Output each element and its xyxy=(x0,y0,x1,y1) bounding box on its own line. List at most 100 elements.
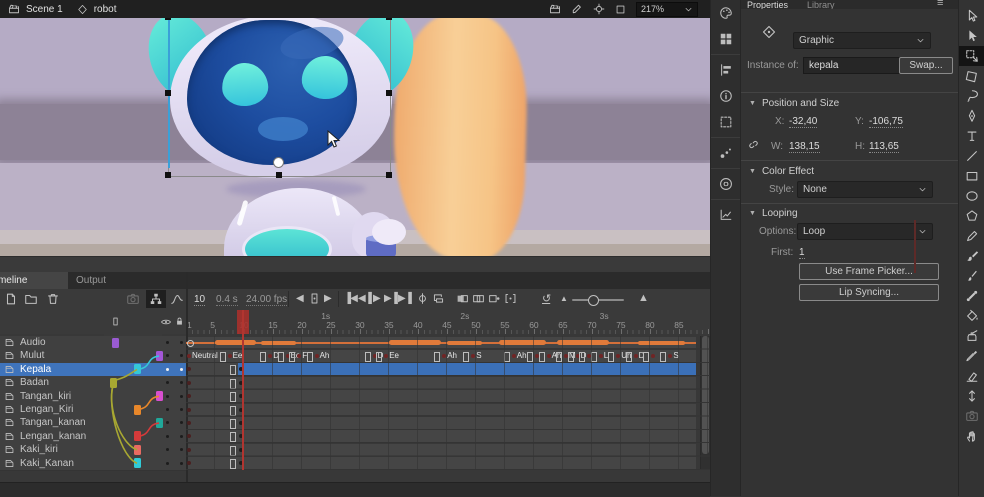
rig-swatch[interactable] xyxy=(134,364,141,374)
layer-visibility-dot[interactable] xyxy=(166,381,169,384)
selection-handle-bottom-right[interactable] xyxy=(386,172,392,178)
cc-libraries-panel-icon[interactable] xyxy=(711,171,741,197)
layer-row-lengan_kiri[interactable]: Lengan_Kiri xyxy=(0,403,186,417)
mouth-keyframe-dot[interactable] xyxy=(315,354,319,358)
keyframe-dot[interactable] xyxy=(239,381,243,385)
selection-handle-bottom-left[interactable] xyxy=(165,172,171,178)
rig-swatch[interactable] xyxy=(110,378,117,388)
elapsed-time-value[interactable]: 0.4 s xyxy=(216,294,238,306)
keyframe-dot[interactable] xyxy=(239,367,243,371)
mouth-keyframe-dot[interactable] xyxy=(616,354,620,358)
rig-swatch[interactable] xyxy=(156,351,163,361)
transformation-point[interactable] xyxy=(273,157,284,168)
rig-swatch[interactable] xyxy=(156,391,163,401)
go-first-frame-icon[interactable]: ▐◀ xyxy=(344,293,357,304)
bone-tool[interactable] xyxy=(959,286,984,306)
layer-row-badan[interactable]: Badan xyxy=(0,376,186,390)
timeline-zoom-knob[interactable] xyxy=(588,295,599,306)
eyedropper-tool[interactable] xyxy=(959,346,984,366)
paint-bucket-tool[interactable] xyxy=(959,306,984,326)
onion-skin-icon[interactable] xyxy=(456,292,469,305)
h-value[interactable]: 113,65 xyxy=(869,141,899,153)
play-icon[interactable]: ▶ xyxy=(373,293,380,304)
selection-bounding-box[interactable] xyxy=(168,17,391,177)
selection-handle-bottom-center[interactable] xyxy=(276,172,282,178)
rig-swatch[interactable] xyxy=(134,445,141,455)
layer-row-kepala[interactable]: Kepala xyxy=(0,363,186,377)
frame-span[interactable] xyxy=(186,430,696,442)
align-panel-icon[interactable] xyxy=(711,57,741,83)
frame-span[interactable] xyxy=(186,363,696,375)
keyframe-dot[interactable] xyxy=(239,461,243,465)
mouth-keyframe-dot[interactable] xyxy=(535,354,539,358)
frame-span[interactable] xyxy=(186,377,696,389)
mouth-keyframe-dot[interactable] xyxy=(373,354,377,358)
layer-visibility-dot[interactable] xyxy=(166,408,169,411)
rig-swatch[interactable] xyxy=(112,338,119,348)
frame-span[interactable] xyxy=(186,404,696,416)
gradient-transform-tool[interactable] xyxy=(959,66,984,86)
panel-menu-icon[interactable]: ≡ xyxy=(937,0,943,9)
step-back-icon[interactable]: ◀▐ xyxy=(358,293,371,304)
mouth-keyframe-dot[interactable] xyxy=(442,354,446,358)
mouth-keyframe-dot[interactable] xyxy=(599,354,603,358)
frame-span[interactable] xyxy=(186,337,696,349)
go-last-frame-icon[interactable]: ▶▐ xyxy=(398,293,411,304)
loop-range-icon[interactable] xyxy=(432,292,445,305)
mouth-keyframe-dot[interactable] xyxy=(668,354,672,358)
modify-markers-icon[interactable] xyxy=(504,292,517,305)
lasso-tool[interactable] xyxy=(959,86,984,106)
mouth-keyframe-dot[interactable] xyxy=(651,354,655,358)
info-panel-icon[interactable] xyxy=(711,83,741,109)
symbol-type-select[interactable]: Graphic xyxy=(793,32,931,49)
color-panel-icon[interactable] xyxy=(711,0,741,26)
width-tool[interactable] xyxy=(959,386,984,406)
timeline-vscrollbar[interactable] xyxy=(700,336,710,470)
stage-area[interactable]: Scene 1 robot 217% xyxy=(0,0,710,272)
frame-rate-value[interactable]: 24.00 fps xyxy=(246,294,287,306)
clapperboard-small-icon[interactable] xyxy=(549,3,561,15)
frame-span[interactable] xyxy=(186,444,696,456)
color-effect-section-header[interactable]: ▼ Color Effect xyxy=(749,166,814,177)
layer-lock-dot[interactable] xyxy=(180,462,183,465)
rig-swatch[interactable] xyxy=(134,431,141,441)
layer-row-lengan_kanan[interactable]: Lengan_kanan xyxy=(0,430,186,444)
layer-visibility-dot[interactable] xyxy=(166,435,169,438)
layer-row-kaki_kanan[interactable]: Kaki_Kanan xyxy=(0,457,186,471)
polystar-tool[interactable] xyxy=(959,206,984,226)
layer-visibility-dot[interactable] xyxy=(166,354,169,357)
step-forward-icon[interactable]: ▶▐ xyxy=(384,293,397,304)
swatches-panel-icon[interactable] xyxy=(711,26,741,52)
selection-handle-mid-right[interactable] xyxy=(386,90,392,96)
link-broken-icon[interactable] xyxy=(747,138,760,151)
onion-skin-outline-icon[interactable] xyxy=(472,292,485,305)
position-size-section-header[interactable]: ▼ Position and Size xyxy=(749,98,839,109)
x-value[interactable]: -32,40 xyxy=(789,116,817,128)
camera-tool[interactable] xyxy=(959,406,984,426)
layer-lock-dot[interactable] xyxy=(180,395,183,398)
layer-visibility-dot[interactable] xyxy=(166,462,169,465)
pencil-tool[interactable] xyxy=(959,226,984,246)
brush-library-panel-icon[interactable] xyxy=(711,140,741,166)
instance-name-input[interactable]: kepala xyxy=(803,57,903,74)
layer-visibility-dot[interactable] xyxy=(166,448,169,451)
layer-row-tangan_kanan[interactable]: Tangan_kanan xyxy=(0,416,186,430)
fluid-brush-tool[interactable] xyxy=(959,266,984,286)
edit-symbols-icon[interactable] xyxy=(571,3,583,15)
subselection-tool[interactable] xyxy=(959,26,984,46)
timeline-zoom-in-icon[interactable]: ▲ xyxy=(638,292,648,304)
frame-span[interactable] xyxy=(186,417,696,429)
mouth-keyframe-dot[interactable] xyxy=(576,354,580,358)
mouth-keyframe-dot[interactable] xyxy=(471,354,475,358)
edit-multiple-frames-icon[interactable] xyxy=(488,292,501,305)
mouth-keyframe-dot[interactable] xyxy=(547,354,551,358)
mouth-keyframe-dot[interactable] xyxy=(297,354,301,358)
style-select[interactable]: None xyxy=(797,181,933,198)
frame-span[interactable] xyxy=(186,350,696,362)
keyframe-dot[interactable] xyxy=(239,408,243,412)
selection-tool[interactable] xyxy=(959,6,984,26)
layer-lock-dot[interactable] xyxy=(180,368,183,371)
mouth-keyframe-dot[interactable] xyxy=(286,354,290,358)
free-transform-tool[interactable] xyxy=(959,46,984,66)
frame-span[interactable] xyxy=(186,457,696,469)
